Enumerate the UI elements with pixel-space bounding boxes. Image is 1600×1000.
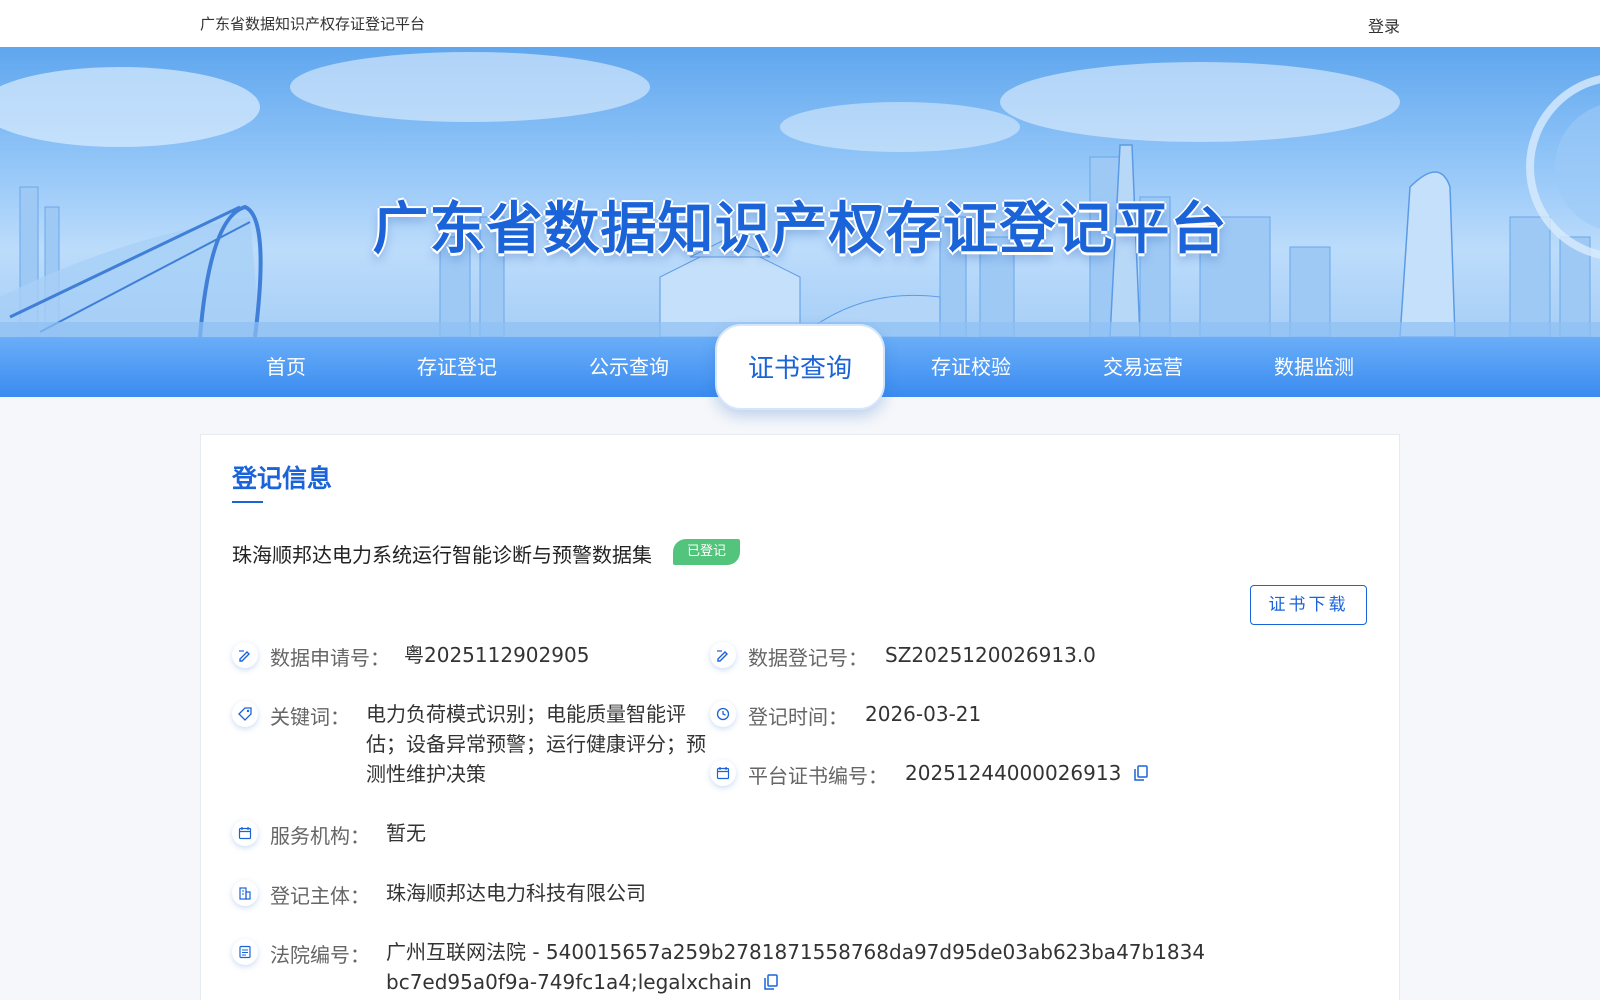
field-value: 电力负荷模式识别；电能质量智能评估；设备异常预警；运行健康评分；预测性维护决策 xyxy=(366,702,706,786)
field-registration-time: 登记时间： 2026-03-21 xyxy=(710,701,1350,731)
clock-icon xyxy=(710,701,736,727)
nav-item-certificate-query[interactable]: 证书查询 xyxy=(715,324,885,410)
field-value: SZ2025120026913.0 xyxy=(885,643,1096,667)
field-service-org: 服务机构： 暂无 xyxy=(232,820,872,850)
field-label: 法院编号： xyxy=(270,943,370,967)
nav-item-home[interactable]: 首页 xyxy=(201,337,371,397)
field-value: 2026-03-21 xyxy=(865,702,982,726)
field-registrant: 登记主体： 珠海顺邦达电力科技有限公司 xyxy=(232,880,1032,910)
status-badge: 已登记 xyxy=(673,539,741,565)
field-court-no: 法院编号： 广州互联网法院 - 540015657a259b2781871558… xyxy=(232,939,1382,999)
nav-item-trading[interactable]: 交易运营 xyxy=(1058,337,1228,397)
section-title-underline xyxy=(232,501,263,503)
main-nav: 首页 存证登记 公示查询 证书查询 存证校验 交易运营 数据监测 xyxy=(0,324,1600,410)
certificate-download-button[interactable]: 证书下载 xyxy=(1250,585,1367,625)
document-icon xyxy=(232,939,258,965)
site-name: 广东省数据知识产权存证登记平台 xyxy=(200,15,426,33)
field-value: 珠海顺邦达电力科技有限公司 xyxy=(386,881,646,905)
calendar-icon xyxy=(232,820,258,846)
top-bar: 广东省数据知识产权存证登记平台 登录 xyxy=(0,0,1600,47)
field-label: 服务机构： xyxy=(270,824,370,848)
edit-icon xyxy=(232,642,258,668)
copy-icon[interactable] xyxy=(1133,765,1148,781)
field-registration-no: 数据登记号： SZ2025120026913.0 xyxy=(710,642,1350,672)
nav-item-registration[interactable]: 存证登记 xyxy=(372,337,542,397)
registration-info-card: 登记信息 珠海顺邦达电力系统运行智能诊断与预警数据集 已登记 证书下载 数据申请… xyxy=(200,434,1400,1000)
field-label: 平台证书编号： xyxy=(748,764,888,788)
field-keywords: 关键词： 电力负荷模式识别；电能质量智能评估；设备异常预警；运行健康评分；预测性… xyxy=(232,701,706,791)
nav-item-monitoring[interactable]: 数据监测 xyxy=(1229,337,1399,397)
field-label: 数据申请号： xyxy=(270,646,390,670)
field-value: 粤2025112902905 xyxy=(404,643,590,667)
field-application-no: 数据申请号： 粤2025112902905 xyxy=(232,642,672,672)
edit-icon xyxy=(710,642,736,668)
nav-item-public-query[interactable]: 公示查询 xyxy=(544,337,714,397)
banner: 广东省数据知识产权存证登记平台 xyxy=(0,47,1600,337)
nav-item-verification[interactable]: 存证校验 xyxy=(886,337,1056,397)
building-icon xyxy=(232,880,258,906)
field-label: 登记时间： xyxy=(748,705,848,729)
field-label: 数据登记号： xyxy=(748,646,868,670)
dataset-name: 珠海顺邦达电力系统运行智能诊断与预警数据集 xyxy=(232,543,652,567)
field-label: 关键词： xyxy=(270,705,350,729)
calendar-icon xyxy=(710,760,736,786)
field-label: 登记主体： xyxy=(270,884,370,908)
login-link[interactable]: 登录 xyxy=(1368,13,1400,37)
copy-icon[interactable] xyxy=(764,974,778,990)
tag-icon xyxy=(232,701,258,727)
section-title: 登记信息 xyxy=(232,464,333,493)
field-value: 20251244000026913 xyxy=(905,761,1122,785)
field-certificate-no: 平台证书编号： 20251244000026913 xyxy=(710,760,1350,790)
banner-title: 广东省数据知识产权存证登记平台 xyxy=(372,197,1228,262)
field-value: 暂无 xyxy=(386,821,426,845)
field-value: 广州互联网法院 - 540015657a259b2781871558768da9… xyxy=(386,940,1206,994)
